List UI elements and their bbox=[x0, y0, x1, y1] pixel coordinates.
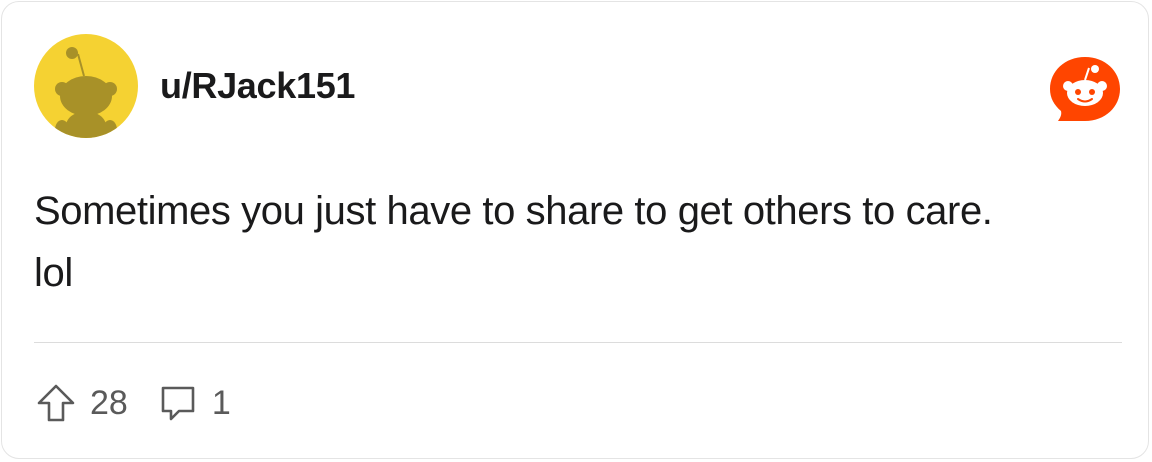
reddit-logo-icon bbox=[1048, 55, 1122, 125]
user-avatar[interactable] bbox=[34, 34, 138, 138]
post-username[interactable]: u/RJack151 bbox=[160, 64, 355, 108]
post-body-line: Sometimes you just have to share to get … bbox=[34, 189, 993, 233]
snoo-avatar-icon bbox=[34, 34, 138, 138]
upvote-count: 28 bbox=[90, 384, 128, 422]
post-card[interactable]: u/RJack151 Sometimes you just have to sh… bbox=[1, 1, 1149, 459]
comment-button[interactable]: 1 bbox=[156, 381, 231, 425]
upvote-button[interactable]: 28 bbox=[34, 381, 128, 425]
upvote-arrow-icon bbox=[34, 381, 78, 425]
footer-divider bbox=[34, 342, 1122, 343]
post-body: Sometimes you just have to share to get … bbox=[34, 180, 1129, 304]
post-body-line: lol bbox=[34, 251, 73, 295]
comment-count: 1 bbox=[211, 384, 231, 422]
comment-bubble-icon bbox=[156, 381, 200, 425]
post-actions: 28 1 bbox=[34, 377, 259, 429]
